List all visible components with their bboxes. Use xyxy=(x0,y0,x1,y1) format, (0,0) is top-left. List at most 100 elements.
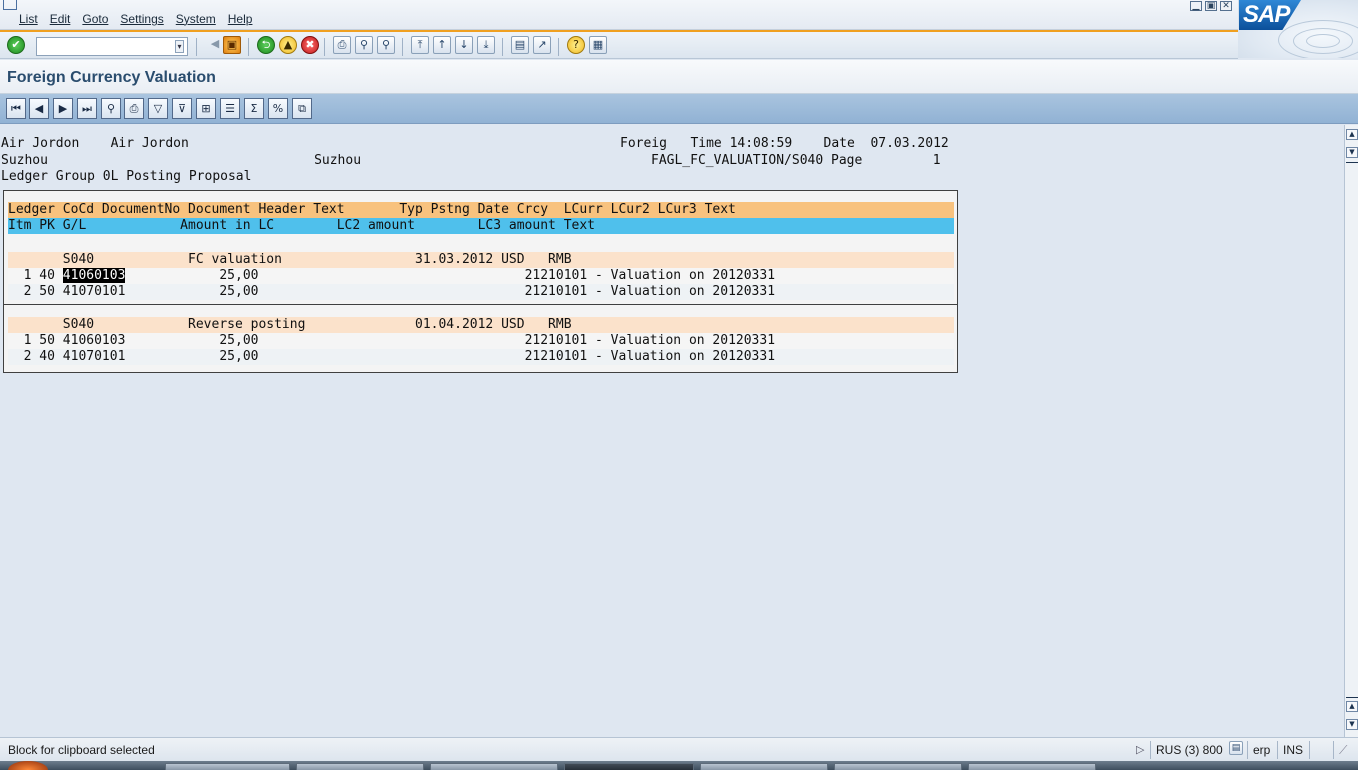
scroll-track-bottom xyxy=(1346,697,1358,698)
last-icon[interactable]: ⏭ xyxy=(77,98,97,119)
menu-bar: List Edit Goto Settings System Help ▁ ▣ ✕ xyxy=(0,0,1358,30)
scroll-page-up-icon[interactable]: ▲ xyxy=(1346,701,1358,712)
system-info-icon[interactable]: ▤ xyxy=(1229,741,1243,755)
help-icon[interactable]: ? xyxy=(567,36,585,54)
system-menu-icon[interactable] xyxy=(3,0,17,10)
toolbar-separator xyxy=(248,38,249,56)
scroll-page-down-icon[interactable]: ▼ xyxy=(1346,147,1358,158)
scroll-up-icon[interactable]: ▲ xyxy=(1346,129,1358,140)
new-session-icon[interactable]: ▤ xyxy=(511,36,529,54)
table-row[interactable]: 1 50 41060103 25,00 21210101 - Valuation… xyxy=(8,333,954,349)
item-amount-text: 25,00 21210101 - Valuation on 20120331 xyxy=(125,268,776,283)
abc-analysis-icon[interactable]: ⧉ xyxy=(292,98,312,119)
cancel-icon[interactable]: ✖ xyxy=(301,36,319,54)
enter-icon[interactable]: ✔ xyxy=(7,36,25,54)
shortcut-icon[interactable]: ↗ xyxy=(533,36,551,54)
change-layout-icon[interactable]: ☰ xyxy=(220,98,240,119)
header-company: Air Jordon Air Jordon xyxy=(1,136,189,151)
sum-icon[interactable]: Σ xyxy=(244,98,264,119)
start-orb-icon[interactable] xyxy=(8,761,48,770)
item-pk: 2 50 xyxy=(8,284,63,299)
taskbar-item[interactable] xyxy=(564,763,694,770)
status-empty-field xyxy=(1309,741,1333,759)
item-pk: 1 40 xyxy=(8,268,63,283)
first-page-icon[interactable]: ⤒ xyxy=(411,36,429,54)
scroll-track-top xyxy=(1346,162,1358,163)
back-arrow-icon[interactable]: ◀ xyxy=(206,36,224,54)
exit-icon[interactable]: ▲ xyxy=(279,36,297,54)
print-icon[interactable]: ⎙ xyxy=(333,36,351,54)
status-server: erp xyxy=(1247,741,1277,759)
sap-logo: SAP xyxy=(1238,0,1358,58)
menu-item-list[interactable]: List xyxy=(19,12,38,26)
column-header-document: Ledger CoCd DocumentNo Document Header T… xyxy=(8,202,954,218)
toolbar-separator xyxy=(402,38,403,56)
gl-account[interactable]: 41070101 xyxy=(63,349,126,364)
toolbar-separator xyxy=(502,38,503,56)
back-icon[interactable]: ⮌ xyxy=(257,36,275,54)
status-expand-icon[interactable]: ▷ xyxy=(1136,743,1144,756)
restore-icon[interactable]: ▣ xyxy=(1205,1,1217,11)
export-icon[interactable]: ⊞ xyxy=(196,98,216,119)
menu-item-help[interactable]: Help xyxy=(228,12,253,26)
menu-item-goto[interactable]: Goto xyxy=(82,12,108,26)
details-icon[interactable]: ⚲ xyxy=(101,98,121,119)
taskbar-item[interactable] xyxy=(165,763,290,770)
status-message: Block for clipboard selected xyxy=(8,743,155,757)
taskbar-item[interactable] xyxy=(700,763,828,770)
filter-icon[interactable]: ▽ xyxy=(148,98,168,119)
find-icon[interactable]: ⚲ xyxy=(355,36,373,54)
application-toolbar: ⏮ ◀ ▶ ⏭ ⚲ ⎙ ▽ ⊽ ⊞ ☰ Σ% ⧉ xyxy=(0,94,1358,124)
column-header-item: Itm PK G/L Amount in LC LC2 amount LC3 a… xyxy=(8,218,954,234)
next-page-icon[interactable]: ↓ xyxy=(455,36,473,54)
first-icon[interactable]: ⏮ xyxy=(6,98,26,119)
taskbar-item[interactable] xyxy=(296,763,424,770)
status-mode[interactable]: INS xyxy=(1277,741,1309,759)
item-pk: 1 50 xyxy=(8,333,63,348)
window-controls: ▁ ▣ ✕ xyxy=(1190,1,1232,11)
taskbar-item[interactable] xyxy=(834,763,962,770)
print-preview-icon[interactable]: ⎙ xyxy=(124,98,144,119)
menu-item-system[interactable]: System xyxy=(176,12,216,26)
table-row[interactable]: 2 40 41070101 25,00 21210101 - Valuation… xyxy=(8,349,954,365)
toolbar-separator xyxy=(196,38,197,56)
resize-grip-icon[interactable]: ⟋ xyxy=(1333,741,1358,759)
toolbar-separator xyxy=(324,38,325,56)
save-icon[interactable]: ▣ xyxy=(223,36,241,54)
taskbar-item[interactable] xyxy=(968,763,1096,770)
menu-item-settings[interactable]: Settings xyxy=(120,12,163,26)
toolbar-separator xyxy=(558,38,559,56)
gl-account[interactable]: 41070101 xyxy=(63,284,126,299)
close-icon[interactable]: ✕ xyxy=(1220,1,1232,11)
table-row[interactable]: 1 40 41060103 25,00 21210101 - Valuation… xyxy=(8,268,954,284)
set-filter-icon[interactable]: ⊽ xyxy=(172,98,192,119)
gl-account[interactable]: 41060103 xyxy=(63,333,126,348)
group-header-fc-valuation[interactable]: S040 FC valuation 31.03.2012 USD RMB xyxy=(8,252,954,268)
item-pk: 2 40 xyxy=(8,349,63,364)
minimize-icon[interactable]: ▁ xyxy=(1190,1,1202,11)
layout-menu-icon[interactable]: ▦ xyxy=(589,36,607,54)
vertical-scrollbar[interactable]: ▲ ▼ ▲ ▼ xyxy=(1344,125,1358,737)
group-header-reverse-posting[interactable]: S040 Reverse posting 01.04.2012 USD RMB xyxy=(8,317,954,333)
taskbar xyxy=(0,761,1358,770)
find-next-icon[interactable]: ⚲ xyxy=(377,36,395,54)
report-list: Air Jordon Air Jordon Foreig Time 14:08:… xyxy=(0,125,1344,737)
command-field[interactable] xyxy=(36,37,188,56)
header-ledger-group: Ledger Group 0L Posting Proposal xyxy=(1,169,252,184)
previous-page-icon[interactable]: ↑ xyxy=(433,36,451,54)
command-dropdown-icon[interactable]: ▾ xyxy=(175,40,184,53)
gl-account-selected[interactable]: 41060103 xyxy=(62,268,126,283)
menu-item-edit[interactable]: Edit xyxy=(50,12,71,26)
standard-toolbar: ▾ ✔ ◀ ▣ ⮌ ▲ ✖ ⎙ ⚲ ⚲ ⤒ ↑ ↓ ⤓ ▤ ↗? ▦ xyxy=(0,30,1238,59)
header-time-date: Foreig Time 14:08:59 Date 07.03.2012 xyxy=(620,136,949,151)
scroll-down-icon[interactable]: ▼ xyxy=(1346,719,1358,730)
next-icon[interactable]: ▶ xyxy=(53,98,73,119)
table-row[interactable]: 2 50 41070101 25,00 21210101 - Valuation… xyxy=(8,284,954,300)
title-bar: Foreign Currency Valuation xyxy=(0,60,1358,94)
last-page-icon[interactable]: ⤓ xyxy=(477,36,495,54)
previous-icon[interactable]: ◀ xyxy=(29,98,49,119)
taskbar-item[interactable] xyxy=(430,763,558,770)
header-city: Suzhou Suzhou xyxy=(1,153,362,168)
subtotals-icon[interactable]: % xyxy=(268,98,288,119)
header-program-page: FAGL_FC_VALUATION/S040 Page 1 xyxy=(651,153,941,168)
